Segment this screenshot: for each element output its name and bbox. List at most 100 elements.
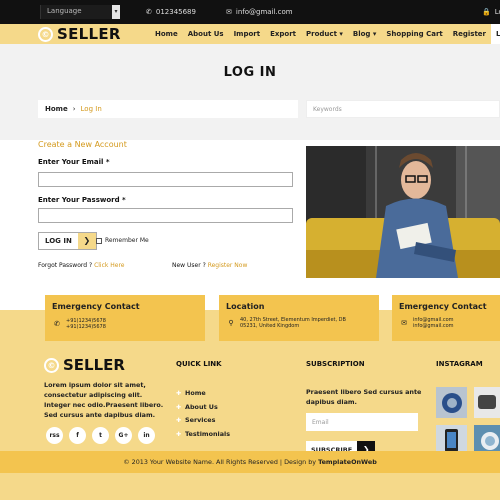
instagram-photo-1[interactable] [436, 387, 467, 418]
keyword-search-input[interactable]: Keywords [306, 100, 500, 118]
register-link[interactable]: Register Now [208, 262, 248, 269]
new-user-text: New User ? [172, 262, 206, 269]
copyright-circle-icon: © [44, 357, 59, 373]
top-bar: Language ▾ ✆ 012345689 ✉ info@gmail.com … [0, 0, 500, 24]
quick-link-home[interactable]: Home [176, 387, 230, 401]
footer-description: Lorem ipsum dolor sit amet, consectetur … [44, 381, 164, 419]
quick-link-testimonials[interactable]: Testimonials [176, 428, 230, 442]
language-select[interactable]: Language ▾ [40, 5, 120, 19]
nav-menu: Home About Us Import Export Product ▾ Bl… [150, 24, 500, 44]
nav-item-about[interactable]: About Us [183, 24, 229, 44]
brand-name: SELLER [57, 25, 121, 43]
map-marker-icon: ⚲ [228, 319, 234, 327]
email-address: info@gmail.com [235, 8, 293, 16]
location-title: Location [226, 302, 265, 311]
subscription-text: Praesent libero Sed cursus ante dapibus … [306, 388, 422, 406]
emergency-contact-title: Emergency Contact [52, 302, 140, 311]
quick-links: Home About Us Services Testimonials [176, 387, 230, 442]
copyright-text: © 2013 Your Website Name. All Rights Res… [123, 458, 319, 466]
remember-label: Remember Me [105, 237, 149, 244]
social-links: rss f t G+ in [46, 427, 155, 444]
google-plus-icon[interactable]: G+ [115, 427, 132, 444]
gadget-image [478, 395, 496, 409]
subscription-heading: SUBSCRIPTION [306, 360, 365, 368]
required-mark: * [105, 158, 110, 166]
quick-link-services[interactable]: Services [176, 414, 230, 428]
copyright-bar: © 2013 Your Website Name. All Rights Res… [0, 451, 500, 473]
remember-me[interactable]: Remember Me [96, 237, 149, 244]
chevron-down-icon[interactable]: ▾ [112, 5, 120, 19]
phone-icon: ✆ [146, 8, 152, 16]
remember-checkbox[interactable] [96, 237, 102, 244]
twitter-icon[interactable]: t [92, 427, 109, 444]
login-link-label: Lo [494, 8, 500, 16]
nav-item-cart[interactable]: Shopping Cart [381, 24, 447, 44]
rss-icon[interactable]: rss [46, 427, 63, 444]
earphones-image [442, 393, 462, 413]
password-field[interactable] [38, 208, 293, 223]
email-label-text: Enter Your Email [38, 158, 104, 166]
login-button[interactable]: LOG IN ❯ [38, 232, 97, 250]
nav-item-home[interactable]: Home [150, 24, 183, 44]
nav-item-product[interactable]: Product ▾ [301, 24, 348, 44]
phone-icon: ✆ [54, 320, 60, 328]
phone-line-2: +91(1234)5678 [66, 324, 106, 330]
breadcrumb-current: Log In [80, 105, 102, 113]
language-label: Language [47, 7, 82, 15]
subscribe-email-input[interactable]: Email [306, 413, 418, 431]
quick-link-about[interactable]: About Us [176, 401, 230, 415]
location-address: ⚲ 40, 27th Street, Elementum Imperdiet, … [226, 317, 346, 329]
emergency-email-box: Emergency Contact ✉ info@gmail.com info@… [392, 295, 500, 341]
breadcrumb: Home › Log In [38, 100, 298, 118]
login-link[interactable]: 🔒 Lo [482, 8, 500, 16]
linkedin-icon[interactable]: in [138, 427, 155, 444]
man-with-notebook-image [306, 146, 500, 278]
nav-item-login[interactable]: Log [491, 24, 500, 44]
new-user: New User ? Register Now [172, 262, 247, 269]
main-nav: © SELLER Home About Us Import Export Pro… [0, 24, 500, 44]
arrow-right-icon: ❯ [77, 233, 96, 249]
forgot-text: Forgot Password ? [38, 262, 93, 269]
bottom-strip [0, 473, 500, 500]
footer-logo[interactable]: © SELLER [44, 356, 125, 374]
nav-item-register[interactable]: Register [448, 24, 491, 44]
emergency-phone-1: ✆ +91(1234)5678 +91(1234)5678 [52, 318, 106, 330]
address-line-2: 05231, United Kingdom [240, 323, 300, 329]
email-label: Enter Your Email * [38, 158, 110, 166]
lock-icon: 🔒 [482, 8, 491, 16]
site-logo[interactable]: © SELLER [38, 24, 121, 44]
quick-link-heading: QUICK LINK [176, 360, 222, 368]
nav-item-export[interactable]: Export [265, 24, 301, 44]
envelope-icon: ✉ [401, 319, 407, 327]
email-info: ✉ info@gmail.com [226, 8, 293, 16]
password-label: Enter Your Password * [38, 196, 126, 204]
phone-info: ✆ 012345689 [146, 8, 196, 16]
phone-number: 012345689 [155, 8, 196, 16]
password-label-text: Enter Your Password [38, 196, 120, 204]
copyright-circle-icon: © [38, 26, 53, 42]
emergency-email-lines: ✉ info@gmail.com info@gmail.com [399, 317, 454, 329]
nav-item-blog[interactable]: Blog ▾ [348, 24, 382, 44]
facebook-icon[interactable]: f [69, 427, 86, 444]
required-mark: * [122, 196, 126, 204]
designer-link[interactable]: TemplateOnWeb [318, 458, 377, 466]
email-field[interactable] [38, 172, 293, 187]
chevron-right-icon: › [72, 105, 76, 113]
emergency-contact-box: Emergency Contact ✆ +91(1234)5678 +91(12… [45, 295, 205, 341]
footer-brand-name: SELLER [63, 356, 125, 374]
forgot-link[interactable]: Click Here [94, 262, 124, 269]
instagram-heading: INSTAGRAM [436, 360, 483, 368]
emergency-email-title: Emergency Contact [399, 302, 487, 311]
nav-item-import[interactable]: Import [229, 24, 266, 44]
page-banner: LOG IN [0, 44, 500, 140]
forgot-password: Forgot Password ? Click Here [38, 262, 125, 269]
instagram-photo-2[interactable] [474, 387, 500, 418]
hero-photo [306, 146, 500, 278]
location-box: Location ⚲ 40, 27th Street, Elementum Im… [219, 295, 379, 341]
email-line-2: info@gmail.com [413, 323, 454, 329]
form-heading: Create a New Account [38, 140, 127, 149]
page-title: LOG IN [223, 65, 277, 80]
breadcrumb-home[interactable]: Home [45, 105, 68, 113]
envelope-icon: ✉ [226, 8, 232, 16]
login-button-label: LOG IN [39, 233, 78, 249]
